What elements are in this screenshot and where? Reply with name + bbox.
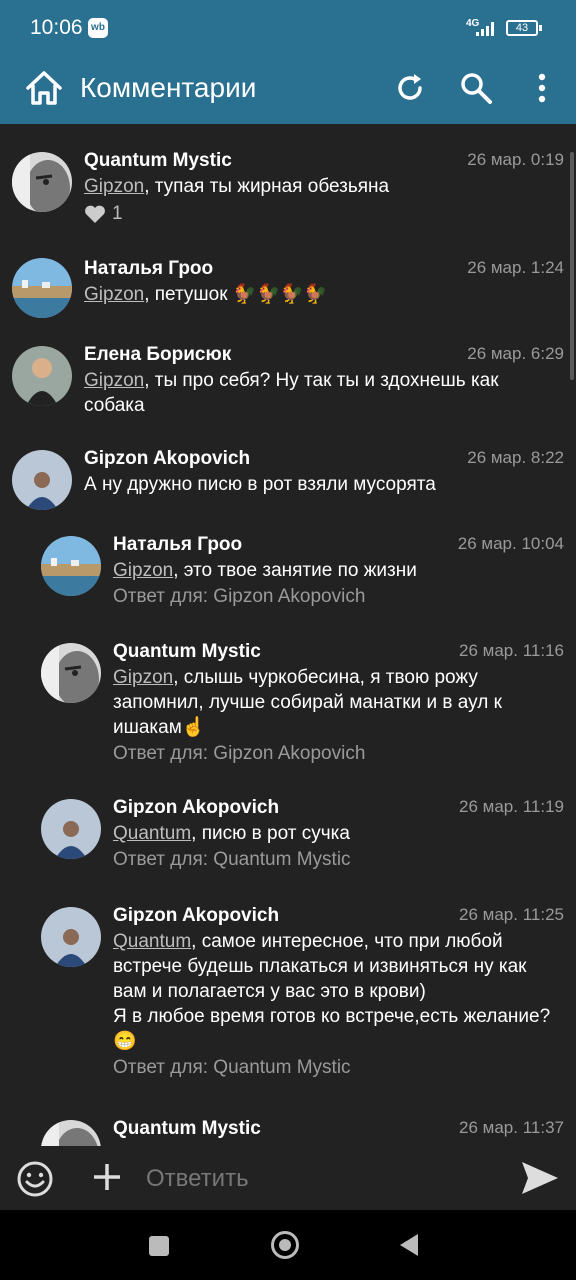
mention-link[interactable]: Quantum bbox=[113, 931, 191, 952]
reply-to-label[interactable]: Ответ для: Quantum Mystic bbox=[113, 1054, 564, 1082]
comment-time: 26 мар. 8:22 bbox=[467, 448, 564, 467]
page-title: Комментарии bbox=[80, 72, 257, 103]
battery-tip bbox=[539, 25, 542, 31]
comment-time: 26 мар. 11:37 bbox=[459, 1118, 564, 1137]
comment-text: Quantum, писю в рот сучка bbox=[113, 823, 350, 844]
comment-text: А ну дружно писю в рот взяли мусорята bbox=[84, 474, 436, 495]
comment-text: Gipzon, слышь чуркобесина, я твою рожу з… bbox=[113, 667, 502, 738]
avatar[interactable] bbox=[41, 536, 101, 596]
comment-text: Gipzon, ты про себя? Ну так ты и здохнеш… bbox=[84, 370, 499, 416]
system-nav-bar bbox=[0, 1210, 576, 1280]
comments-list[interactable]: Quantum Mystic 26 мар. 0:19 Gipzon, тупа… bbox=[0, 124, 576, 1146]
search-icon[interactable] bbox=[458, 70, 494, 106]
avatar[interactable] bbox=[12, 450, 72, 510]
app-bar: Комментарии bbox=[0, 58, 576, 124]
avatar[interactable] bbox=[12, 152, 72, 212]
avatar[interactable] bbox=[41, 907, 101, 967]
mention-link[interactable]: Gipzon bbox=[84, 284, 144, 305]
reply-to-label[interactable]: Ответ для: Quantum Mystic bbox=[113, 846, 564, 874]
comment-time: 26 мар. 11:16 bbox=[459, 641, 564, 660]
mention-link[interactable]: Quantum bbox=[113, 823, 191, 844]
more-icon[interactable] bbox=[530, 70, 554, 106]
send-icon[interactable] bbox=[518, 1156, 562, 1200]
battery-icon: 43 bbox=[506, 20, 538, 36]
avatar[interactable] bbox=[41, 799, 101, 859]
emoji-icon[interactable] bbox=[16, 1160, 54, 1198]
comment-time: 26 мар. 6:29 bbox=[467, 344, 564, 363]
recent-apps-button[interactable] bbox=[149, 1236, 169, 1256]
comment-text: Gipzon, это твое занятие по жизни bbox=[113, 560, 417, 581]
status-time: 10:06 bbox=[30, 16, 83, 39]
avatar[interactable] bbox=[12, 258, 72, 318]
like-button[interactable]: 1 bbox=[84, 203, 564, 225]
home-button[interactable] bbox=[271, 1231, 299, 1259]
comment-time: 26 мар. 0:19 bbox=[467, 150, 564, 169]
battery-level: 43 bbox=[515, 22, 529, 34]
mention-link[interactable]: Gipzon bbox=[84, 176, 144, 197]
avatar[interactable] bbox=[41, 1120, 101, 1146]
comment-time: 26 мар. 11:25 bbox=[459, 905, 564, 924]
comment-text: Gipzon, тупая ты жирная обезьяна bbox=[84, 176, 390, 197]
comment-time: 26 мар. 11:19 bbox=[459, 797, 564, 816]
reply-to-label[interactable]: Ответ для: Gipzon Akopovich bbox=[113, 740, 564, 768]
home-icon[interactable] bbox=[24, 68, 64, 108]
heart-icon bbox=[85, 205, 105, 223]
reply-composer bbox=[0, 1146, 576, 1210]
reply-to-label[interactable]: Ответ для: Gipzon Akopovich bbox=[113, 583, 564, 611]
wildberries-icon: wb bbox=[88, 18, 108, 38]
status-bar: 10:06 wb 4G 43 bbox=[0, 0, 576, 58]
scrollbar[interactable] bbox=[570, 152, 574, 380]
mention-link[interactable]: Gipzon bbox=[113, 667, 173, 688]
reply-input[interactable] bbox=[144, 1160, 498, 1198]
comment-text: Quantum, самое интересное, что при любой… bbox=[113, 931, 551, 1052]
avatar[interactable] bbox=[12, 346, 72, 406]
refresh-icon[interactable] bbox=[392, 70, 428, 106]
like-count: 1 bbox=[112, 203, 123, 224]
add-attachment-icon[interactable] bbox=[90, 1160, 124, 1194]
comment-time: 26 мар. 1:24 bbox=[467, 258, 564, 277]
back-button[interactable] bbox=[400, 1234, 418, 1256]
mention-link[interactable]: Gipzon bbox=[113, 560, 173, 581]
comment-text: Gipzon, петушок 🐓🐓🐓🐓 bbox=[84, 284, 328, 305]
comment-time: 26 мар. 10:04 bbox=[457, 534, 564, 553]
avatar[interactable] bbox=[41, 643, 101, 703]
signal-icon bbox=[476, 22, 494, 36]
mention-link[interactable]: Gipzon bbox=[84, 370, 144, 391]
